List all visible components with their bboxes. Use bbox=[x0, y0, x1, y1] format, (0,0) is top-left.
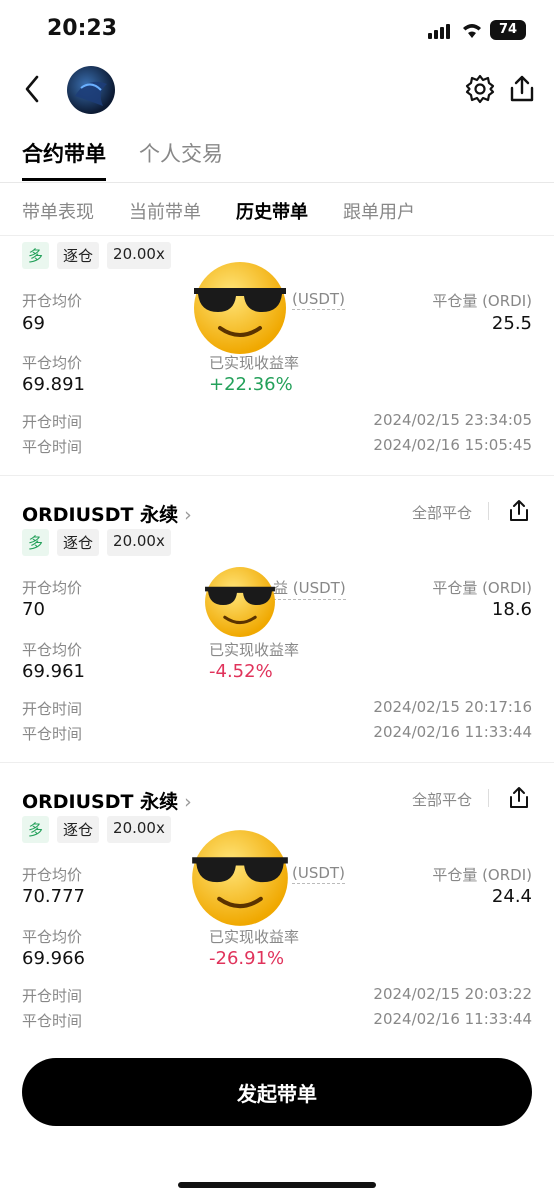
contract-name: ORDIUSDT 永续 bbox=[22, 791, 179, 813]
pnl-label: 益 (USDT) bbox=[273, 577, 346, 600]
gear-icon[interactable] bbox=[465, 74, 495, 104]
close-avg-label: 平仓均价 bbox=[22, 354, 83, 372]
close-avg-value: 69.891 bbox=[22, 374, 85, 395]
realized-rate-value: -4.52% bbox=[209, 661, 273, 682]
open-avg-label: 开仓均价 bbox=[22, 292, 83, 310]
card-title[interactable]: ORDIUSDT 永续 › bbox=[22, 500, 192, 527]
open-avg-value: 70.777 bbox=[22, 886, 85, 907]
open-avg-label: 开仓均价 bbox=[22, 579, 83, 597]
tab-personal-trading[interactable]: 个人交易 bbox=[139, 138, 223, 168]
subtab-performance[interactable]: 带单表现 bbox=[22, 198, 94, 224]
share-icon[interactable] bbox=[508, 499, 530, 523]
open-avg-label: 开仓均价 bbox=[22, 866, 83, 884]
tag-long: 多 bbox=[22, 242, 50, 269]
close-avg-label: 平仓均价 bbox=[22, 928, 83, 946]
tab-underline bbox=[22, 178, 106, 181]
open-time-label: 开仓时间 bbox=[22, 700, 83, 718]
close-time-value: 2024/02/16 11:33:44 bbox=[373, 723, 532, 741]
close-all-button[interactable]: 全部平仓 bbox=[412, 502, 472, 523]
share-icon[interactable] bbox=[508, 786, 530, 810]
tag-long: 多 bbox=[22, 529, 50, 556]
card-divider bbox=[0, 475, 554, 476]
position-tags: 多 逐仓 20.00x bbox=[22, 816, 171, 843]
open-time-label: 开仓时间 bbox=[22, 413, 83, 431]
close-avg-value: 69.966 bbox=[22, 948, 85, 969]
close-avg-value: 69.961 bbox=[22, 661, 85, 682]
open-time-value: 2024/02/15 20:03:22 bbox=[373, 985, 532, 1003]
start-leading-button[interactable]: 发起带单 bbox=[22, 1058, 532, 1126]
tag-leverage: 20.00x bbox=[107, 242, 171, 269]
close-qty-value: 25.5 bbox=[491, 313, 532, 334]
close-time-value: 2024/02/16 11:33:44 bbox=[373, 1010, 532, 1028]
sunglasses-emoji-icon bbox=[194, 262, 286, 354]
pnl-label: (USDT) bbox=[292, 290, 345, 310]
back-icon[interactable] bbox=[22, 72, 42, 106]
close-qty-value: 18.6 bbox=[491, 599, 532, 620]
open-time-value: 2024/02/15 20:17:16 bbox=[373, 698, 532, 716]
status-time: 20:23 bbox=[47, 16, 118, 41]
home-indicator bbox=[178, 1182, 376, 1188]
realized-rate-value: -26.91% bbox=[209, 948, 285, 969]
card-title[interactable]: ORDIUSDT 永续 › bbox=[22, 787, 192, 814]
tag-long: 多 bbox=[22, 816, 50, 843]
subtab-followers[interactable]: 跟单用户 bbox=[343, 198, 415, 224]
position-tags: 多 逐仓 20.00x bbox=[22, 529, 171, 556]
tag-isolated: 逐仓 bbox=[57, 529, 100, 556]
close-qty-label: 平仓量 (ORDI) bbox=[432, 866, 532, 884]
tag-isolated: 逐仓 bbox=[57, 242, 100, 269]
avatar[interactable] bbox=[67, 66, 115, 114]
tag-isolated: 逐仓 bbox=[57, 816, 100, 843]
card-divider bbox=[0, 762, 554, 763]
close-qty-label: 平仓量 (ORDI) bbox=[432, 292, 532, 310]
chevron-right-icon: › bbox=[184, 791, 192, 813]
subtab-current[interactable]: 当前带单 bbox=[129, 198, 201, 224]
share-icon[interactable] bbox=[508, 74, 536, 104]
divider bbox=[488, 502, 489, 520]
close-time-value: 2024/02/16 15:05:45 bbox=[373, 436, 532, 454]
close-time-label: 平仓时间 bbox=[22, 1012, 83, 1030]
contract-name: ORDIUSDT 永续 bbox=[22, 504, 179, 526]
position-tags: 多 逐仓 20.00x bbox=[22, 242, 171, 269]
tag-leverage: 20.00x bbox=[107, 816, 171, 843]
divider bbox=[0, 235, 554, 236]
open-time-value: 2024/02/15 23:34:05 bbox=[373, 411, 532, 429]
open-time-label: 开仓时间 bbox=[22, 987, 83, 1005]
divider bbox=[488, 789, 489, 807]
sunglasses-emoji-icon bbox=[192, 830, 288, 926]
subtab-history[interactable]: 历史带单 bbox=[236, 198, 308, 224]
close-time-label: 平仓时间 bbox=[22, 438, 83, 456]
sunglasses-emoji-icon bbox=[205, 567, 275, 637]
close-qty-value: 24.4 bbox=[491, 886, 532, 907]
battery-icon: 74 bbox=[490, 20, 526, 40]
close-time-label: 平仓时间 bbox=[22, 725, 83, 743]
open-avg-value: 70 bbox=[22, 599, 45, 620]
divider bbox=[0, 182, 554, 183]
wifi-icon bbox=[463, 24, 481, 38]
close-qty-label: 平仓量 (ORDI) bbox=[432, 579, 532, 597]
pnl-label: (USDT) bbox=[292, 864, 345, 884]
signal-icon bbox=[428, 24, 450, 39]
realized-rate-value: +22.36% bbox=[209, 374, 293, 395]
realized-rate-label: 已实现收益率 bbox=[209, 641, 300, 659]
tag-leverage: 20.00x bbox=[107, 529, 171, 556]
open-avg-value: 69 bbox=[22, 313, 45, 334]
tab-contract-leading[interactable]: 合约带单 bbox=[22, 138, 106, 168]
chevron-right-icon: › bbox=[184, 504, 192, 526]
close-all-button[interactable]: 全部平仓 bbox=[412, 789, 472, 810]
close-avg-label: 平仓均价 bbox=[22, 641, 83, 659]
